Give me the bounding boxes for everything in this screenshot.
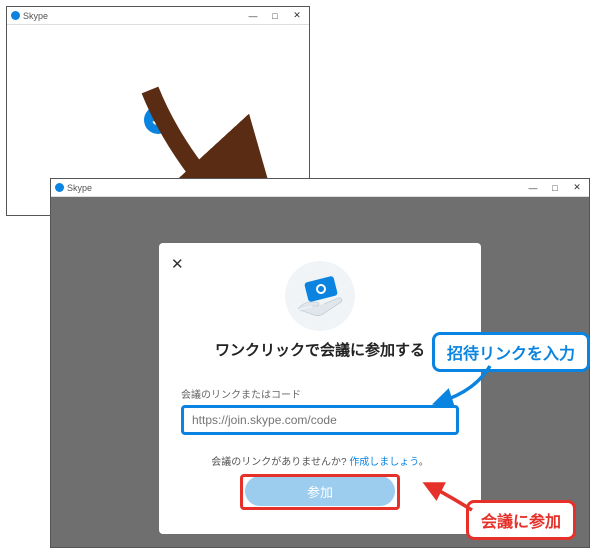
skype-logo-icon: S [144, 106, 172, 134]
close-icon[interactable]: ✕ [171, 255, 184, 273]
skype-icon [55, 183, 64, 192]
link-field-label: 会議のリンクまたはコード [181, 386, 459, 401]
modal-heading: ワンクリックで会議に参加する [181, 339, 459, 360]
maximize-button[interactable]: □ [265, 9, 285, 23]
helper-prefix: 会議のリンクがありませんか? [211, 457, 349, 468]
close-button[interactable]: ✕ [567, 181, 587, 195]
titlebar: Skype — □ ✕ [7, 7, 309, 25]
close-button[interactable]: ✕ [287, 9, 307, 23]
callout-enter-link: 招待リンクを入力 [432, 332, 590, 372]
callout-join-meeting: 会議に参加 [466, 500, 576, 540]
maximize-button[interactable]: □ [545, 181, 565, 195]
join-button[interactable]: 参加 [245, 476, 395, 506]
hand-card-icon [285, 261, 355, 331]
minimize-button[interactable]: — [243, 9, 263, 23]
meeting-link-input[interactable] [181, 405, 459, 435]
create-meeting-link[interactable]: 作成しましょう [349, 457, 418, 468]
app-title: Skype [67, 183, 92, 193]
app-title: Skype [23, 11, 48, 21]
skype-icon [11, 11, 20, 20]
helper-text: 会議のリンクがありませんか? 作成しましょう。 [181, 453, 459, 468]
join-meeting-modal: ✕ ワンクリックで会議に参加する 会議のリンクまたはコード 会議のリンクがありま… [159, 243, 481, 534]
helper-suffix: 。 [419, 457, 429, 468]
minimize-button[interactable]: — [523, 181, 543, 195]
titlebar: Skype — □ ✕ [51, 179, 589, 197]
